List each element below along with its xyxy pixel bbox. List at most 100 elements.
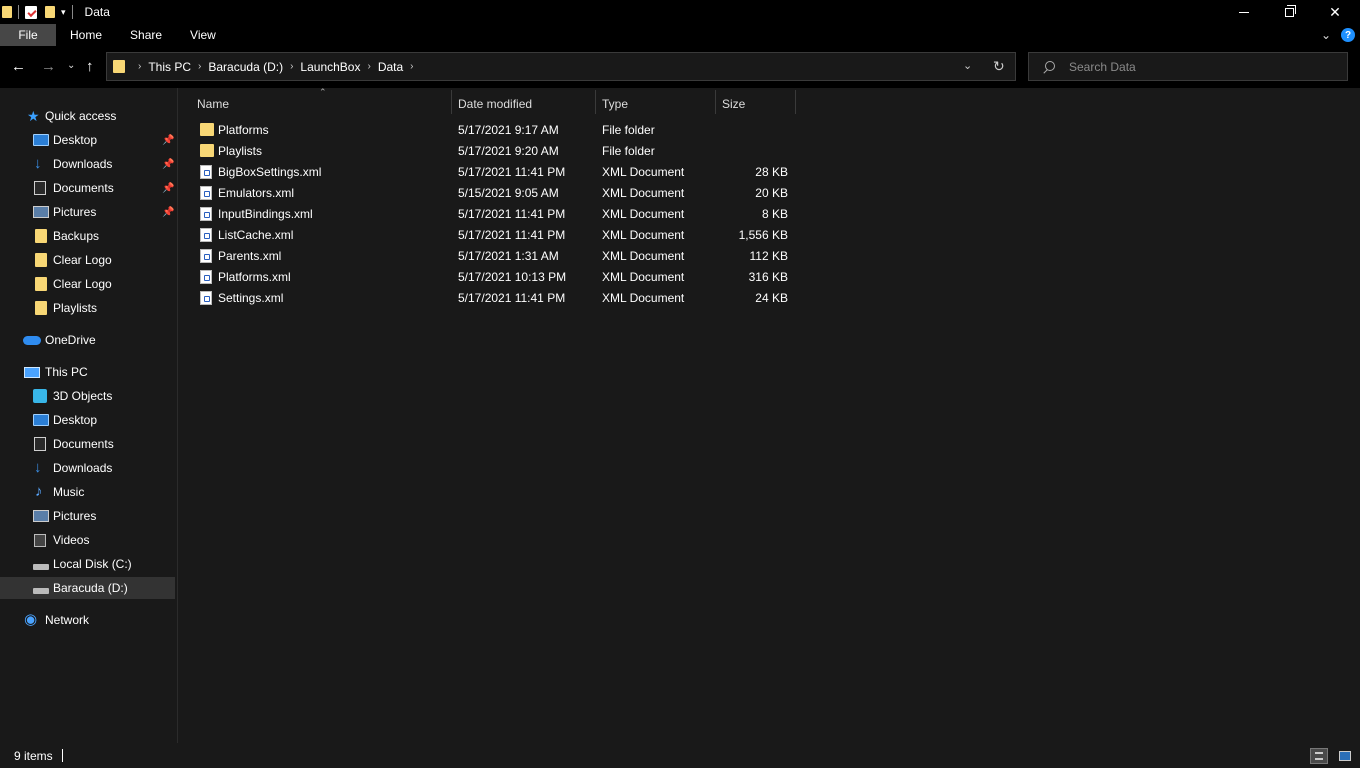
sidebar-item-pictures[interactable]: Pictures xyxy=(0,505,175,527)
sidebar-item-desktop[interactable]: Desktop 📌 xyxy=(0,129,175,151)
address-history-chevron-icon[interactable]: ⌄ xyxy=(963,59,972,72)
sidebar-item-label: Documents xyxy=(53,437,114,451)
sidebar-item-downloads[interactable]: ↓ Downloads 📌 xyxy=(0,153,175,175)
xml-file-icon xyxy=(200,249,212,263)
column-header-name[interactable]: Name xyxy=(197,92,229,116)
sidebar-item-local-disk[interactable]: Local Disk (C:) xyxy=(0,553,175,575)
column-divider[interactable] xyxy=(795,90,796,114)
tab-file[interactable]: File xyxy=(0,24,56,46)
breadcrumb-separator-icon[interactable]: › xyxy=(410,61,413,72)
column-header-date[interactable]: Date modified xyxy=(458,92,532,116)
breadcrumb-this-pc[interactable]: This PC xyxy=(148,60,191,74)
sidebar-item-baracuda[interactable]: Baracuda (D:) xyxy=(0,577,175,599)
file-type: File folder xyxy=(602,123,655,137)
sidebar-item-pictures[interactable]: Pictures 📌 xyxy=(0,201,175,223)
sidebar-item-label: Local Disk (C:) xyxy=(53,557,132,571)
breadcrumb-data[interactable]: Data xyxy=(378,60,403,74)
restore-icon xyxy=(1284,4,1296,17)
column-divider[interactable] xyxy=(715,90,716,114)
file-row[interactable]: ListCache.xml 5/17/2021 11:41 PM XML Doc… xyxy=(179,225,799,246)
breadcrumb-drive[interactable]: Baracuda (D:) xyxy=(208,60,283,74)
file-row[interactable]: InputBindings.xml 5/17/2021 11:41 PM XML… xyxy=(179,204,799,225)
up-arrow-icon[interactable]: ↑ xyxy=(86,58,94,75)
file-size: 24 KB xyxy=(755,291,788,305)
xml-file-icon xyxy=(200,291,212,305)
onedrive-icon xyxy=(23,335,41,345)
column-divider[interactable] xyxy=(451,90,452,114)
folder-icon xyxy=(200,144,214,157)
file-list: ⌃ Name Date modified Type Size Platforms… xyxy=(179,87,1360,743)
sidebar-item-playlists[interactable]: Playlists xyxy=(0,297,175,319)
sidebar-item-this-pc[interactable]: This PC xyxy=(0,361,175,383)
breadcrumb-separator-icon[interactable]: › xyxy=(290,61,293,72)
sidebar-item-quick-access[interactable]: ★ Quick access xyxy=(0,105,175,127)
search-input[interactable] xyxy=(1069,59,1329,74)
breadcrumb-launchbox[interactable]: LaunchBox xyxy=(300,60,360,74)
file-size: 316 KB xyxy=(748,270,788,284)
downloads-icon: ↓ xyxy=(34,155,42,172)
sidebar-item-music[interactable]: ♪ Music xyxy=(0,481,175,503)
column-divider[interactable] xyxy=(595,90,596,114)
file-type: XML Document xyxy=(602,228,685,242)
item-count: 9 items xyxy=(14,748,53,763)
refresh-icon[interactable]: ↻ xyxy=(993,58,1005,75)
sidebar-item-videos[interactable]: Videos xyxy=(0,529,175,551)
videos-icon xyxy=(34,533,46,547)
xml-file-icon xyxy=(200,186,212,200)
file-row[interactable]: Emulators.xml 5/15/2021 9:05 AM XML Docu… xyxy=(179,183,799,204)
address-bar[interactable]: › This PC › Baracuda (D:) › LaunchBox › … xyxy=(106,52,1016,81)
file-row[interactable]: Playlists 5/17/2021 9:20 AM File folder xyxy=(179,141,799,162)
network-icon: ◉ xyxy=(24,611,38,628)
breadcrumb-separator-icon[interactable]: › xyxy=(367,61,370,72)
pin-icon[interactable]: 📌 xyxy=(162,135,174,146)
file-row[interactable]: Platforms 5/17/2021 9:17 AM File folder xyxy=(179,120,799,141)
column-header-size[interactable]: Size xyxy=(722,92,745,116)
tab-view[interactable]: View xyxy=(176,24,230,46)
file-date: 5/17/2021 10:13 PM xyxy=(458,270,567,284)
tab-share[interactable]: Share xyxy=(116,24,176,46)
expand-ribbon-chevron-icon[interactable]: ⌄ xyxy=(1321,28,1331,42)
sidebar-item-backups[interactable]: Backups xyxy=(0,225,175,247)
ribbon-tabs: File Home Share View ⌄ ? xyxy=(0,24,1360,46)
sidebar-item-label: OneDrive xyxy=(45,333,96,347)
file-name: ListCache.xml xyxy=(218,228,294,242)
large-icons-view-button[interactable] xyxy=(1336,748,1354,764)
file-name: Emulators.xml xyxy=(218,186,295,200)
forward-arrow-icon[interactable]: → xyxy=(41,58,56,75)
folder-icon xyxy=(35,253,47,267)
sidebar-item-clear-logo[interactable]: Clear Logo xyxy=(0,273,175,295)
minimize-button[interactable] xyxy=(1221,0,1267,24)
toolbar-divider xyxy=(18,5,19,19)
sidebar-item-3d-objects[interactable]: 3D Objects xyxy=(0,385,175,407)
sidebar-item-documents[interactable]: Documents xyxy=(0,433,175,455)
file-row[interactable]: Parents.xml 5/17/2021 1:31 AM XML Docume… xyxy=(179,246,799,267)
recent-locations-chevron-icon[interactable]: ⌄ xyxy=(67,60,75,71)
new-folder-icon[interactable] xyxy=(45,6,55,18)
details-view-button[interactable] xyxy=(1310,748,1328,764)
tab-home[interactable]: Home xyxy=(56,24,116,46)
search-box[interactable] xyxy=(1028,52,1348,81)
sidebar-item-desktop[interactable]: Desktop xyxy=(0,409,175,431)
file-row[interactable]: Settings.xml 5/17/2021 11:41 PM XML Docu… xyxy=(179,288,799,309)
breadcrumb-separator-icon[interactable]: › xyxy=(198,61,201,72)
file-row[interactable]: BigBoxSettings.xml 5/17/2021 11:41 PM XM… xyxy=(179,162,799,183)
xml-file-icon xyxy=(200,270,212,284)
sidebar-item-clear-logo[interactable]: Clear Logo xyxy=(0,249,175,271)
properties-icon[interactable] xyxy=(25,5,37,19)
file-row[interactable]: Platforms.xml 5/17/2021 10:13 PM XML Doc… xyxy=(179,267,799,288)
sidebar-item-network[interactable]: ◉ Network xyxy=(0,609,175,631)
sidebar-item-downloads[interactable]: ↓ Downloads xyxy=(0,457,175,479)
back-arrow-icon[interactable]: ← xyxy=(11,58,26,75)
pin-icon[interactable]: 📌 xyxy=(162,207,174,218)
pin-icon[interactable]: 📌 xyxy=(162,159,174,170)
column-header-type[interactable]: Type xyxy=(602,92,628,116)
sidebar-item-documents[interactable]: Documents 📌 xyxy=(0,177,175,199)
close-button[interactable]: ✕ xyxy=(1312,0,1358,24)
sidebar-item-label: Downloads xyxy=(53,157,113,171)
breadcrumb-separator-icon[interactable]: › xyxy=(138,61,141,72)
customize-toolbar-dropdown-icon[interactable]: ▾ xyxy=(61,7,66,18)
restore-button[interactable] xyxy=(1266,0,1312,24)
sidebar-item-onedrive[interactable]: OneDrive xyxy=(0,329,175,351)
pin-icon[interactable]: 📌 xyxy=(162,183,174,194)
help-icon[interactable]: ? xyxy=(1341,28,1355,42)
